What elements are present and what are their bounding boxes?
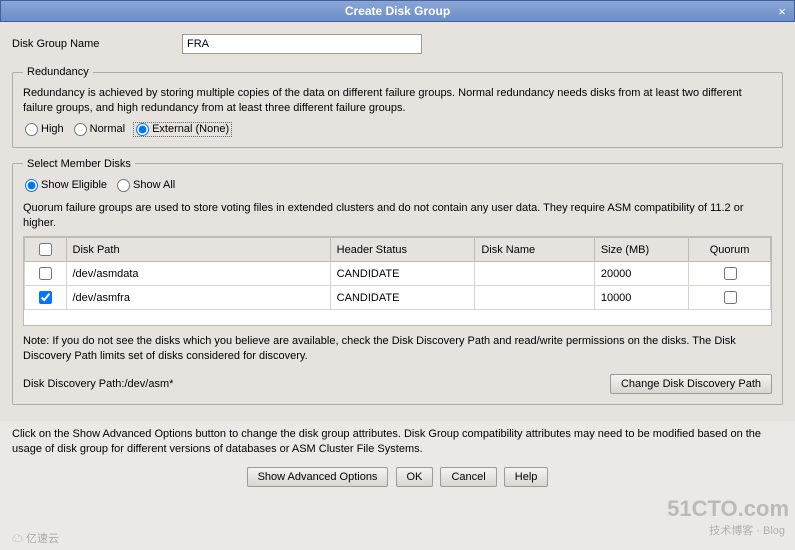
redundancy-high-label: High bbox=[41, 123, 64, 135]
quorum-checkbox[interactable] bbox=[724, 291, 737, 304]
col-header-status[interactable]: Header Status bbox=[330, 238, 475, 262]
titlebar: Create Disk Group × bbox=[0, 0, 795, 22]
show-all-label: Show All bbox=[133, 179, 175, 191]
redundancy-high[interactable]: High bbox=[23, 122, 66, 137]
redundancy-external-radio[interactable] bbox=[136, 123, 149, 136]
select-all-checkbox[interactable] bbox=[39, 243, 52, 256]
disk-group-name-label: Disk Group Name bbox=[12, 38, 182, 50]
disk-group-name-input[interactable] bbox=[182, 34, 422, 54]
row-checkbox[interactable] bbox=[39, 291, 52, 304]
discovery-path-value: /dev/asm* bbox=[124, 378, 173, 390]
cell-size: 10000 bbox=[594, 286, 688, 310]
show-eligible-label: Show Eligible bbox=[41, 179, 107, 191]
table-row[interactable]: /dev/asmfra CANDIDATE 10000 bbox=[25, 286, 771, 310]
col-disk-name[interactable]: Disk Name bbox=[475, 238, 595, 262]
cell-disk-path: /dev/asmdata bbox=[66, 262, 330, 286]
redundancy-normal-label: Normal bbox=[90, 123, 125, 135]
redundancy-external-label: External (None) bbox=[152, 123, 229, 135]
quorum-checkbox[interactable] bbox=[724, 267, 737, 280]
cell-header-status: CANDIDATE bbox=[330, 262, 475, 286]
discovery-path-row: Disk Discovery Path:/dev/asm* Change Dis… bbox=[23, 374, 772, 394]
discovery-note: Note: If you do not see the disks which … bbox=[23, 334, 772, 364]
redundancy-legend: Redundancy bbox=[23, 66, 93, 78]
show-eligible[interactable]: Show Eligible bbox=[23, 178, 109, 193]
footer-note: Click on the Show Advanced Options butto… bbox=[0, 421, 795, 461]
col-disk-path[interactable]: Disk Path bbox=[66, 238, 330, 262]
col-size[interactable]: Size (MB) bbox=[594, 238, 688, 262]
table-row[interactable]: /dev/asmdata CANDIDATE 20000 bbox=[25, 262, 771, 286]
disk-table-wrap: Disk Path Header Status Disk Name Size (… bbox=[23, 236, 772, 326]
col-quorum[interactable]: Quorum bbox=[689, 238, 771, 262]
show-advanced-options-button[interactable]: Show Advanced Options bbox=[247, 467, 389, 487]
redundancy-options: High Normal External (None) bbox=[23, 122, 772, 137]
disk-group-name-row: Disk Group Name bbox=[12, 34, 783, 54]
ok-button[interactable]: OK bbox=[396, 467, 434, 487]
watermark-sub: 技术博客 · Blog bbox=[709, 522, 785, 538]
cell-disk-name bbox=[475, 286, 595, 310]
close-icon[interactable]: × bbox=[774, 4, 790, 19]
change-discovery-path-button[interactable]: Change Disk Discovery Path bbox=[610, 374, 772, 394]
member-disks-group: Select Member Disks Show Eligible Show A… bbox=[12, 158, 783, 405]
member-disks-legend: Select Member Disks bbox=[23, 158, 135, 170]
discovery-path-text: Disk Discovery Path:/dev/asm* bbox=[23, 378, 173, 390]
help-button[interactable]: Help bbox=[504, 467, 549, 487]
cell-disk-path: /dev/asmfra bbox=[66, 286, 330, 310]
show-all-radio[interactable] bbox=[117, 179, 130, 192]
redundancy-external[interactable]: External (None) bbox=[133, 122, 232, 137]
quorum-desc: Quorum failure groups are used to store … bbox=[23, 201, 772, 231]
show-all[interactable]: Show All bbox=[115, 178, 177, 193]
window-title: Create Disk Group bbox=[345, 4, 450, 18]
button-bar: Show Advanced Options OK Cancel Help bbox=[0, 461, 795, 495]
dialog-content: Disk Group Name Redundancy Redundancy is… bbox=[0, 22, 795, 421]
show-eligible-radio[interactable] bbox=[25, 179, 38, 192]
col-select-all[interactable] bbox=[25, 238, 67, 262]
watermark-left: ☁ 亿速云 bbox=[12, 530, 59, 546]
cancel-button[interactable]: Cancel bbox=[440, 467, 496, 487]
cell-size: 20000 bbox=[594, 262, 688, 286]
cell-disk-name bbox=[475, 262, 595, 286]
row-checkbox[interactable] bbox=[39, 267, 52, 280]
discovery-path-label: Disk Discovery Path: bbox=[23, 378, 124, 390]
disk-filter-row: Show Eligible Show All bbox=[23, 178, 772, 193]
redundancy-group: Redundancy Redundancy is achieved by sto… bbox=[12, 66, 783, 148]
redundancy-normal[interactable]: Normal bbox=[72, 122, 127, 137]
disk-table: Disk Path Header Status Disk Name Size (… bbox=[24, 237, 771, 310]
cell-header-status: CANDIDATE bbox=[330, 286, 475, 310]
watermark-main: 51CTO.com bbox=[667, 496, 789, 522]
redundancy-desc: Redundancy is achieved by storing multip… bbox=[23, 86, 772, 116]
redundancy-high-radio[interactable] bbox=[25, 123, 38, 136]
redundancy-normal-radio[interactable] bbox=[74, 123, 87, 136]
